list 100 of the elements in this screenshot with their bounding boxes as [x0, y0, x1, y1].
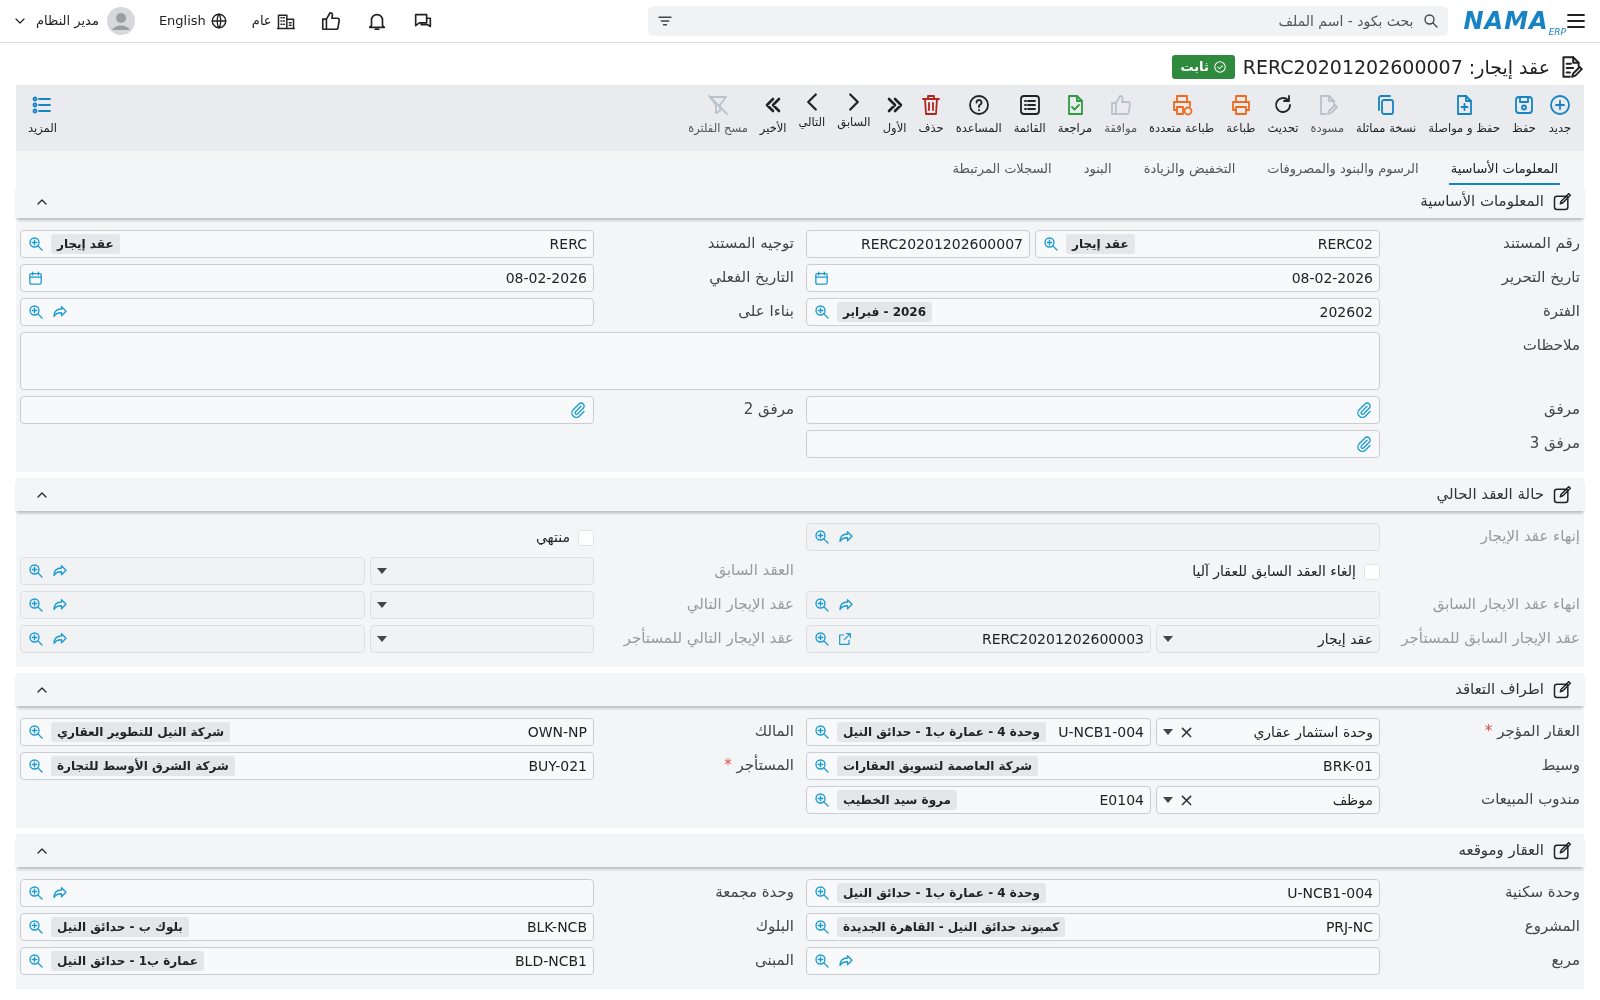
caret-icon [377, 602, 387, 608]
save-continue-button[interactable]: حفظ و مواصلة [1422, 93, 1506, 145]
lookup-field[interactable] [20, 557, 365, 585]
section-title: اطراف التعاقد [1455, 679, 1544, 701]
help-button[interactable]: المساعدة [949, 93, 1008, 145]
lookup-tag: شركة الشرق الأوسط للتجارة [51, 756, 235, 776]
calendar-icon [27, 269, 44, 287]
dropdown[interactable] [370, 625, 594, 653]
print-button[interactable]: طباعة [1220, 93, 1262, 145]
search-plus-icon [813, 528, 831, 546]
search-field[interactable]: بحث بكود - اسم الملف [679, 9, 1416, 33]
field-label: توجيه المستند [707, 234, 794, 252]
user-name[interactable]: مدير النظام [36, 11, 99, 31]
field-label: وسيط [1541, 756, 1580, 774]
lookup-tag: عمارة ب1 - حدائق النيل [51, 951, 204, 971]
attachment-field[interactable] [806, 430, 1380, 458]
lookup-tag: وحدة 4 - عمارة ب1 - حدائق النيل [837, 722, 1046, 742]
date-field[interactable]: 08-02-2026 [806, 264, 1380, 292]
lookup-tag: مروة سيد الخطيب [837, 790, 957, 810]
field-label: الفترة [1543, 302, 1580, 320]
lookup-field[interactable] [806, 591, 1380, 619]
status-badge: ثابت [1172, 55, 1235, 79]
avatar-icon[interactable] [106, 7, 135, 35]
lookup-field[interactable] [20, 298, 594, 326]
search-plus-icon [27, 918, 45, 936]
paperclip-icon [1355, 401, 1373, 419]
search-plus-icon [813, 630, 831, 648]
paperclip-icon [1355, 435, 1373, 453]
attachment-field[interactable] [806, 396, 1380, 424]
lookup-field[interactable] [20, 879, 594, 907]
lookup-tag: 2026 - فبراير [837, 302, 933, 322]
multi-print-button[interactable]: طباعة متعددة [1143, 93, 1221, 145]
date-field[interactable]: 08-02-2026 [20, 264, 594, 292]
checkbox-label: منتهي [535, 528, 570, 547]
dropdown[interactable]: موظف × [1156, 786, 1380, 814]
edit-icon [1552, 679, 1572, 700]
previous-button[interactable]: السابق [831, 93, 877, 145]
lookup-tag: عقد إيجار [51, 234, 120, 254]
search-bar[interactable]: بحث بكود - اسم الملف [647, 6, 1448, 36]
check-circle-icon [1212, 60, 1227, 74]
dropdown[interactable]: وحدة استثمار عقاري × [1156, 718, 1380, 746]
tab[interactable]: التخفيض والزيادة [1141, 151, 1238, 185]
search-plus-icon [813, 303, 831, 321]
checkbox[interactable] [578, 529, 594, 546]
section-title: المعلومات الأساسية [1420, 190, 1544, 213]
search-icon [1421, 12, 1440, 30]
lookup-field[interactable] [20, 625, 365, 653]
paperclip-icon [569, 401, 587, 419]
field-label: البلوك [755, 917, 794, 935]
field-label: مرفق 3 [1529, 434, 1580, 452]
tab[interactable]: البنود [1081, 151, 1114, 185]
clear-icon[interactable]: × [1179, 791, 1195, 809]
section-title: حالة العقد الحالي [1436, 484, 1544, 506]
search-plus-icon [813, 884, 831, 902]
delete-button[interactable]: حذف [912, 93, 950, 145]
review-button[interactable]: مراجعة [1051, 93, 1099, 145]
save-button[interactable]: حفظ [1506, 93, 1542, 145]
dropdown[interactable] [370, 557, 594, 585]
search-plus-icon [813, 757, 831, 775]
field-label: المبنى [755, 951, 794, 969]
tab[interactable]: الرسوم والبنود والمصروفات [1265, 151, 1421, 185]
lookup-tag: عقد إيجار [1066, 234, 1135, 254]
field-label: عقد الإيجار السابق للمستأجر [1401, 629, 1580, 647]
search-plus-icon [813, 596, 831, 614]
next-button[interactable]: التالي [792, 93, 832, 145]
tab[interactable]: السجلات المرتبطة [950, 151, 1054, 185]
field-label: المستأجر [736, 756, 794, 774]
first-button[interactable]: الأول [876, 93, 913, 145]
search-plus-icon [27, 952, 45, 970]
more-button[interactable]: المزيد [22, 93, 63, 145]
list-button[interactable]: القائمة [1007, 93, 1052, 145]
checkbox[interactable] [1364, 563, 1380, 580]
field-label: إنهاء عقد الإيجار [1480, 527, 1580, 545]
lookup-field[interactable] [806, 523, 1380, 551]
section-title: العقار وموقعه [1458, 840, 1544, 862]
notes-field[interactable] [20, 332, 1380, 390]
lookup-field[interactable] [20, 591, 365, 619]
field-label: تاريخ التحرير [1501, 268, 1580, 286]
field-label: عقد الإيجار التالي [686, 595, 794, 613]
field-label: مرفق [1544, 400, 1580, 418]
search-plus-icon [27, 562, 45, 580]
text-field[interactable]: RERC20201202600007 [806, 230, 1030, 258]
clear-icon[interactable]: × [1179, 723, 1195, 741]
refresh-button[interactable]: تحديث [1261, 93, 1305, 145]
duplicate-button[interactable]: نسخة مماثلة [1350, 93, 1423, 145]
attachment-field[interactable] [20, 396, 594, 424]
language-icon [209, 12, 228, 30]
last-button[interactable]: الأخير [753, 93, 793, 145]
field-label: المالك [754, 722, 794, 740]
caret-icon [1163, 729, 1173, 735]
page-title: عقد إيجار: RERC20201202600007 [1242, 54, 1550, 81]
checkbox-label: إلغاء العقد السابق للعقار آليا [1192, 562, 1356, 582]
search-plus-icon [1042, 235, 1060, 253]
branch-label[interactable]: عام [251, 11, 272, 31]
new-button[interactable]: جديد [1542, 93, 1578, 145]
lookup-field[interactable] [806, 947, 1380, 975]
logo-text: NAMA [1463, 9, 1549, 33]
field-label: انهاء عقد الايجار السابق [1432, 595, 1580, 613]
language-link[interactable]: English [158, 11, 206, 31]
dropdown[interactable] [370, 591, 594, 619]
